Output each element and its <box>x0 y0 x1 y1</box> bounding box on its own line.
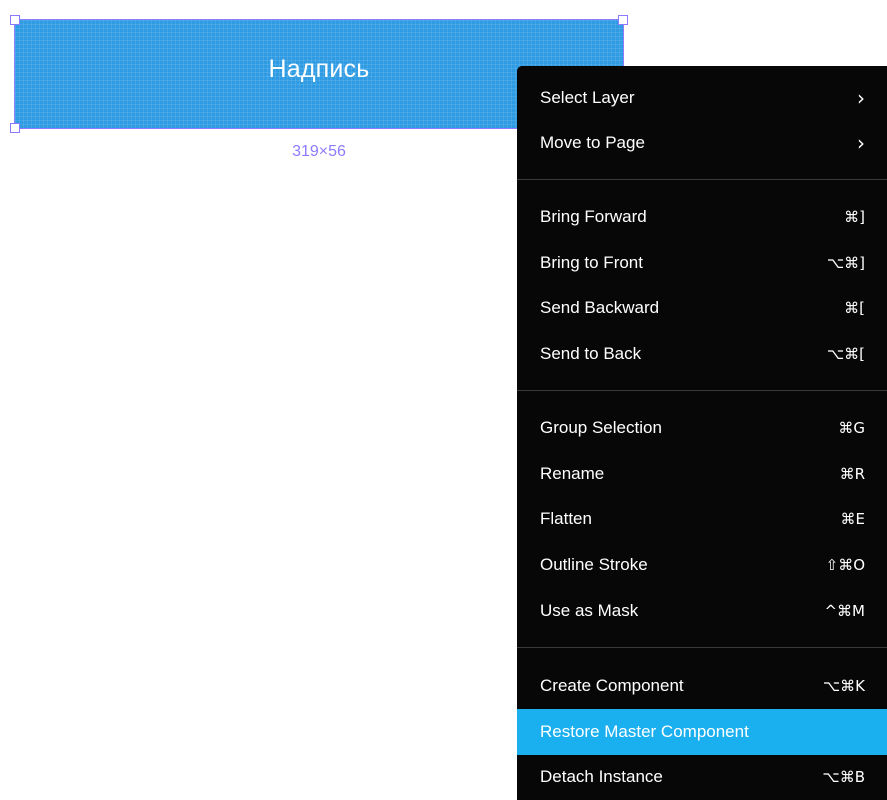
menu-item-flatten[interactable]: Flatten ⌘E <box>517 497 887 541</box>
menu-item-label: Use as Mask <box>540 601 639 620</box>
menu-item-shortcut: ⌘R <box>839 465 865 483</box>
menu-item-shortcut: ⌘] <box>844 208 865 226</box>
menu-item-label: Bring to Front <box>540 253 643 272</box>
menu-item-shortcut: ⌥⌘K <box>822 677 865 695</box>
menu-item-shortcut: ⌘G <box>838 419 865 437</box>
menu-item-shortcut: ⌥⌘B <box>822 768 865 786</box>
menu-item-label: Restore Master Component <box>540 722 749 741</box>
menu-item-outline-stroke[interactable]: Outline Stroke ⇧⌘O <box>517 543 887 587</box>
chevron-right-icon: › <box>857 86 865 110</box>
menu-item-shortcut: ^⌘M <box>824 602 865 620</box>
context-menu: Select Layer › Move to Page › Bring Forw… <box>517 66 887 800</box>
menu-item-group-selection[interactable]: Group Selection ⌘G <box>517 406 887 450</box>
menu-item-send-backward[interactable]: Send Backward ⌘[ <box>517 286 887 330</box>
menu-item-select-layer[interactable]: Select Layer › <box>517 76 887 120</box>
menu-item-label: Rename <box>540 464 605 483</box>
menu-item-label: Flatten <box>540 509 592 528</box>
menu-item-label: Group Selection <box>540 418 662 437</box>
menu-item-rename[interactable]: Rename ⌘R <box>517 452 887 496</box>
menu-item-move-to-page[interactable]: Move to Page › <box>517 121 887 165</box>
resize-handle-top-right[interactable] <box>618 15 628 25</box>
menu-item-restore-master-component[interactable]: Restore Master Component <box>517 709 887 755</box>
menu-item-shortcut: ⇧⌘O <box>825 556 865 574</box>
resize-handle-bottom-left[interactable] <box>10 123 20 133</box>
menu-item-detach-instance[interactable]: Detach Instance ⌥⌘B <box>517 755 887 799</box>
menu-separator <box>517 390 887 391</box>
menu-item-send-to-back[interactable]: Send to Back ⌥⌘[ <box>517 332 887 376</box>
menu-item-use-as-mask[interactable]: Use as Mask ^⌘M <box>517 589 887 633</box>
menu-item-shortcut: ⌥⌘[ <box>826 345 865 363</box>
menu-item-label: Send to Back <box>540 344 642 363</box>
menu-item-label: Detach Instance <box>540 767 663 786</box>
menu-item-shortcut: ⌥⌘] <box>826 254 865 272</box>
menu-item-label: Select Layer <box>540 88 635 107</box>
menu-item-create-component[interactable]: Create Component ⌥⌘K <box>517 664 887 708</box>
resize-handle-top-left[interactable] <box>10 15 20 25</box>
menu-item-label: Create Component <box>540 676 684 695</box>
menu-item-shortcut: ⌘[ <box>844 299 865 317</box>
menu-separator <box>517 647 887 648</box>
menu-item-shortcut: ⌘E <box>840 510 865 528</box>
menu-item-bring-to-front[interactable]: Bring to Front ⌥⌘] <box>517 241 887 285</box>
menu-separator <box>517 179 887 180</box>
menu-item-label: Move to Page <box>540 133 645 152</box>
menu-item-label: Send Backward <box>540 298 660 317</box>
menu-item-bring-forward[interactable]: Bring Forward ⌘] <box>517 195 887 239</box>
menu-item-label: Outline Stroke <box>540 555 648 574</box>
menu-item-label: Bring Forward <box>540 207 647 226</box>
chevron-right-icon: › <box>857 131 865 155</box>
